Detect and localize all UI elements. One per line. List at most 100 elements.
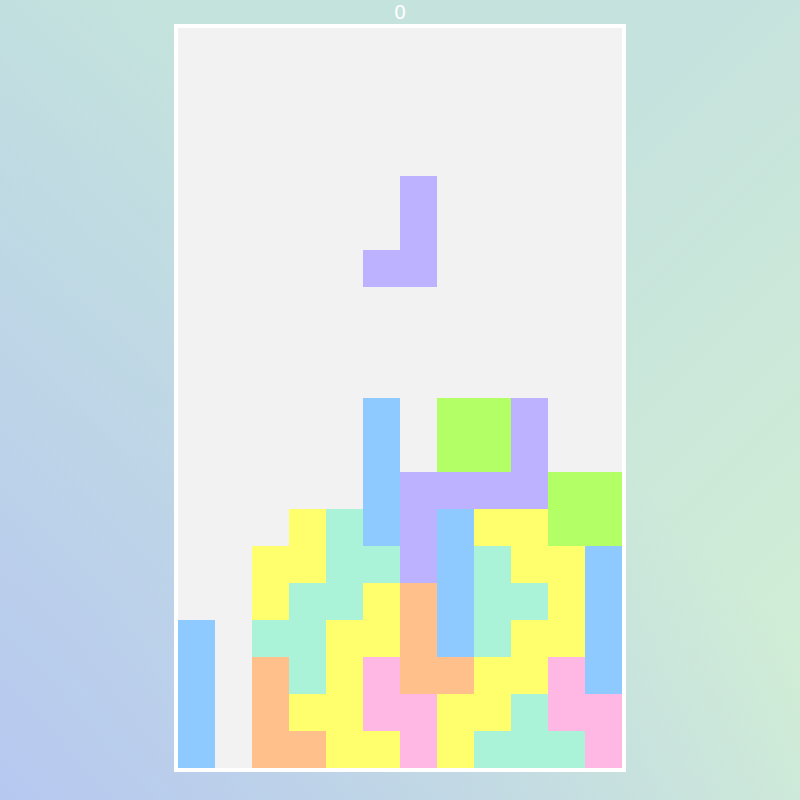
empty-cell <box>215 176 252 213</box>
empty-cell <box>326 176 363 213</box>
empty-cell <box>252 287 289 324</box>
empty-cell <box>215 324 252 361</box>
empty-cell <box>511 139 548 176</box>
empty-cell <box>326 472 363 509</box>
empty-cell <box>585 102 622 139</box>
empty-cell <box>215 657 252 694</box>
empty-cell <box>215 435 252 472</box>
block-cell <box>474 583 511 620</box>
empty-cell <box>437 250 474 287</box>
block-cell <box>252 546 289 583</box>
empty-cell <box>437 102 474 139</box>
empty-cell <box>585 213 622 250</box>
empty-cell <box>326 398 363 435</box>
empty-cell <box>437 28 474 65</box>
empty-cell <box>548 250 585 287</box>
block-cell <box>252 731 289 768</box>
empty-cell <box>474 213 511 250</box>
empty-cell <box>215 694 252 731</box>
block-cell <box>474 657 511 694</box>
empty-cell <box>178 65 215 102</box>
empty-cell <box>585 176 622 213</box>
block-cell <box>363 509 400 546</box>
block-cell <box>326 694 363 731</box>
block-cell <box>400 509 437 546</box>
empty-cell <box>252 398 289 435</box>
block-cell <box>363 731 400 768</box>
empty-cell <box>289 250 326 287</box>
empty-cell <box>326 435 363 472</box>
empty-cell <box>511 65 548 102</box>
empty-cell <box>215 213 252 250</box>
empty-cell <box>400 398 437 435</box>
empty-cell <box>178 509 215 546</box>
block-cell <box>326 546 363 583</box>
empty-cell <box>585 398 622 435</box>
block-cell <box>511 398 548 435</box>
empty-cell <box>548 287 585 324</box>
empty-cell <box>252 28 289 65</box>
empty-cell <box>511 324 548 361</box>
block-cell <box>548 731 585 768</box>
block-cell <box>585 583 622 620</box>
empty-cell <box>363 361 400 398</box>
empty-cell <box>215 583 252 620</box>
empty-cell <box>289 28 326 65</box>
block-cell <box>252 620 289 657</box>
empty-cell <box>326 361 363 398</box>
empty-cell <box>289 361 326 398</box>
empty-cell <box>548 139 585 176</box>
empty-cell <box>178 250 215 287</box>
empty-cell <box>363 102 400 139</box>
score: 0 <box>394 0 405 24</box>
empty-cell <box>548 176 585 213</box>
empty-cell <box>548 102 585 139</box>
empty-cell <box>363 139 400 176</box>
empty-cell <box>437 176 474 213</box>
empty-cell <box>363 28 400 65</box>
empty-cell <box>326 250 363 287</box>
empty-cell <box>363 213 400 250</box>
block-cell <box>178 657 215 694</box>
block-cell <box>400 620 437 657</box>
empty-cell <box>474 102 511 139</box>
block-cell <box>400 731 437 768</box>
empty-cell <box>289 324 326 361</box>
block-cell <box>289 546 326 583</box>
block-cell <box>511 583 548 620</box>
empty-cell <box>215 398 252 435</box>
empty-cell <box>289 472 326 509</box>
empty-cell <box>437 65 474 102</box>
block-cell <box>474 435 511 472</box>
empty-cell <box>215 509 252 546</box>
block-cell <box>437 435 474 472</box>
empty-cell <box>215 139 252 176</box>
block-cell <box>548 472 585 509</box>
block-cell <box>363 472 400 509</box>
empty-cell <box>215 546 252 583</box>
empty-cell <box>585 250 622 287</box>
block-cell <box>585 694 622 731</box>
empty-cell <box>178 398 215 435</box>
empty-cell <box>548 398 585 435</box>
empty-cell <box>252 361 289 398</box>
block-cell <box>437 731 474 768</box>
empty-cell <box>252 213 289 250</box>
empty-cell <box>289 176 326 213</box>
empty-cell <box>474 65 511 102</box>
block-cell <box>289 583 326 620</box>
block-cell <box>548 620 585 657</box>
empty-cell <box>400 324 437 361</box>
empty-cell <box>326 139 363 176</box>
empty-cell <box>548 324 585 361</box>
block-cell <box>289 694 326 731</box>
block-cell <box>585 657 622 694</box>
empty-cell <box>363 324 400 361</box>
empty-cell <box>511 102 548 139</box>
empty-cell <box>289 435 326 472</box>
block-cell <box>474 472 511 509</box>
block-cell <box>326 657 363 694</box>
empty-cell <box>215 361 252 398</box>
game-board[interactable] <box>174 24 626 772</box>
block-cell <box>585 731 622 768</box>
